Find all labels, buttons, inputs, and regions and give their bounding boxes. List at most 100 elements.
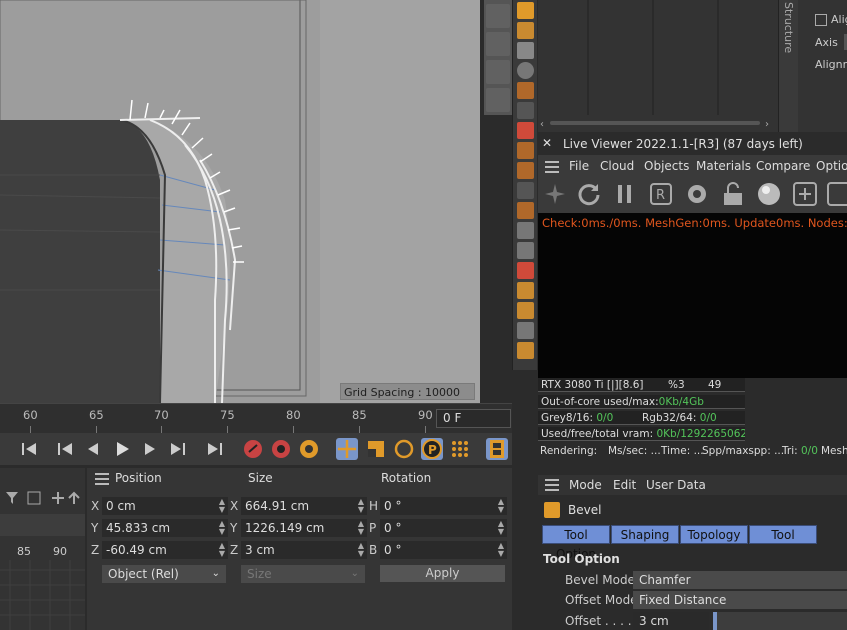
- rotate-key-icon[interactable]: [393, 438, 415, 460]
- coordinate-mode-select[interactable]: Object (Rel) ⌄: [102, 565, 226, 583]
- position-x-field[interactable]: 0 cm ▲ ▼: [102, 497, 228, 515]
- record-keys-icon[interactable]: [242, 438, 264, 460]
- 3d-viewport[interactable]: Grid Spacing : 10000 cm: [0, 0, 480, 403]
- chevron-down-icon: ⌄: [350, 568, 359, 579]
- render-star-icon[interactable]: [542, 181, 568, 207]
- section-title: Tool Option: [543, 552, 620, 566]
- play-icon[interactable]: [111, 438, 133, 460]
- goto-end-icon[interactable]: [204, 438, 226, 460]
- texture-icon[interactable]: [516, 122, 534, 139]
- texture-stat: Grey8/16: 0/0 Rgb32/64: 0/0: [538, 411, 745, 425]
- lock-icon[interactable]: [516, 222, 534, 239]
- points-mode-icon[interactable]: [516, 2, 534, 19]
- apply-button[interactable]: Apply: [380, 565, 505, 582]
- size-header: Size: [248, 471, 273, 485]
- sphere-icon[interactable]: [516, 62, 534, 79]
- layer-row[interactable]: [0, 514, 85, 536]
- menu-file[interactable]: File: [569, 159, 589, 173]
- menu-cloud[interactable]: Cloud: [600, 159, 634, 173]
- camera-icon[interactable]: [486, 88, 510, 112]
- close-icon[interactable]: ✕: [542, 136, 552, 150]
- paint-icon[interactable]: [516, 262, 534, 279]
- menu-edit[interactable]: Edit: [613, 478, 636, 492]
- rotation-h-field[interactable]: 0 ° ▲ ▼: [380, 497, 507, 515]
- menu-materials[interactable]: Materials: [696, 159, 751, 173]
- grid-spacing-label: Grid Spacing : 10000 cm: [340, 383, 475, 400]
- rotation-p-field[interactable]: 0 ° ▲ ▼: [380, 519, 507, 537]
- brush-icon[interactable]: [516, 282, 534, 299]
- size-z-field[interactable]: 3 cm ▲ ▼: [241, 541, 367, 559]
- bevel-mode-select[interactable]: Chamfer: [633, 571, 847, 589]
- film-strip-icon[interactable]: [486, 438, 508, 460]
- offset-mode-select[interactable]: Fixed Distance: [633, 591, 847, 609]
- current-frame-field[interactable]: 0 F: [436, 409, 511, 428]
- move-icon[interactable]: [486, 4, 510, 28]
- tab-tool-option[interactable]: Tool Option: [542, 525, 610, 561]
- region-render-icon[interactable]: R: [648, 181, 674, 207]
- scale-key-icon[interactable]: [365, 438, 387, 460]
- tick-label: 85: [352, 408, 367, 422]
- snap-points-icon[interactable]: [516, 162, 534, 179]
- edges-mode-icon[interactable]: [516, 22, 534, 39]
- scale-icon[interactable]: [486, 60, 510, 84]
- hamburger-icon[interactable]: [95, 473, 109, 488]
- prev-key-icon[interactable]: [54, 438, 76, 460]
- next-key-icon[interactable]: [167, 438, 189, 460]
- svg-text:P: P: [428, 443, 437, 457]
- viewport-side-strip: [484, 0, 512, 115]
- sculpt-icon[interactable]: [516, 302, 534, 319]
- tick-label: 70: [154, 408, 169, 422]
- frame-icon[interactable]: [826, 181, 847, 207]
- hamburger-icon[interactable]: [545, 479, 559, 494]
- autokey-icon[interactable]: [270, 438, 292, 460]
- live-viewer-render-area[interactable]: Check:0ms./0ms. MeshGen:0ms. Update0ms. …: [538, 213, 847, 378]
- menu-user-data[interactable]: User Data: [646, 478, 706, 492]
- menu-option[interactable]: Option: [816, 159, 847, 173]
- size-mode-select[interactable]: Size ⌄: [241, 565, 365, 583]
- hamburger-icon[interactable]: [545, 161, 559, 176]
- pause-icon[interactable]: [612, 181, 638, 207]
- tab-shaping[interactable]: Shaping: [611, 525, 679, 544]
- svg-text:R: R: [656, 188, 665, 203]
- axis-icon[interactable]: [516, 202, 534, 219]
- settings-gear-icon[interactable]: [684, 181, 710, 207]
- position-z-field[interactable]: -60.49 cm ▲ ▼: [102, 541, 228, 559]
- rotation-b-field[interactable]: 0 ° ▲ ▼: [380, 541, 507, 559]
- menu-objects[interactable]: Objects: [644, 159, 689, 173]
- alignment-label: Alignm: [815, 58, 847, 71]
- tick-label: 80: [286, 408, 301, 422]
- move-track-icon: [52, 492, 64, 504]
- align-checkbox[interactable]: [815, 14, 827, 26]
- goto-start-icon[interactable]: [18, 438, 40, 460]
- material-sphere-icon[interactable]: [756, 181, 782, 207]
- lock-open-icon[interactable]: [720, 181, 746, 207]
- polygons-mode-icon[interactable]: [516, 42, 534, 59]
- offset-slider[interactable]: [713, 612, 847, 630]
- menu-compare[interactable]: Compare: [756, 159, 810, 173]
- snap-icon[interactable]: [516, 142, 534, 159]
- rotate-icon[interactable]: [486, 32, 510, 56]
- next-frame-icon[interactable]: [139, 438, 161, 460]
- tab-tool[interactable]: Tool: [749, 525, 817, 544]
- add-icon[interactable]: [792, 181, 818, 207]
- size-x-field[interactable]: 664.91 cm ▲ ▼: [241, 497, 367, 515]
- pla-key-icon[interactable]: [449, 438, 471, 460]
- points-grid-icon[interactable]: [516, 102, 534, 119]
- dots-icon[interactable]: [516, 322, 534, 339]
- checker-icon[interactable]: [516, 342, 534, 359]
- move-key-icon[interactable]: [336, 438, 358, 460]
- keyframe-selection-icon[interactable]: [298, 438, 320, 460]
- guide-icon[interactable]: [516, 242, 534, 259]
- structure-scrollbar[interactable]: ‹ ›: [540, 118, 775, 128]
- structure-tab[interactable]: Structure: [778, 0, 798, 132]
- prev-frame-icon[interactable]: [82, 438, 104, 460]
- refresh-icon[interactable]: [576, 181, 602, 207]
- workplane-icon[interactable]: [516, 182, 534, 199]
- tab-topology[interactable]: Topology: [680, 525, 748, 544]
- menu-mode[interactable]: Mode: [569, 478, 602, 492]
- parameter-key-icon[interactable]: P: [421, 438, 443, 460]
- size-y-field[interactable]: 1226.149 cm ▲ ▼: [241, 519, 367, 537]
- offset-field[interactable]: 3 cm: [633, 612, 709, 630]
- position-y-field[interactable]: 45.833 cm ▲ ▼: [102, 519, 228, 537]
- grid-dots-icon[interactable]: [516, 82, 534, 99]
